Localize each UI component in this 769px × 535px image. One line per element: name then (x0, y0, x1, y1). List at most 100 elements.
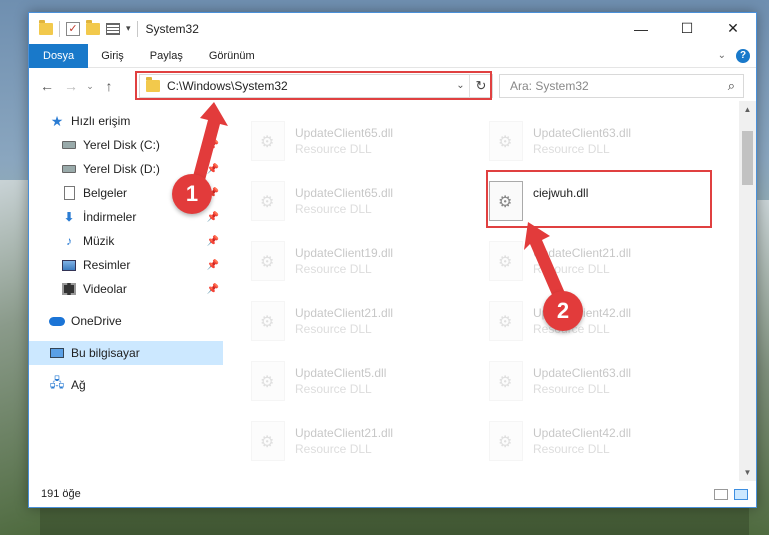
tab-share[interactable]: Paylaş (137, 44, 196, 68)
recent-locations-button[interactable]: ⌄ (83, 81, 97, 92)
scrollbar-thumb[interactable] (742, 131, 753, 185)
video-icon (61, 282, 77, 296)
vertical-scrollbar[interactable]: ▲ ▼ (739, 101, 756, 481)
file-type: Resource DLL (295, 322, 372, 336)
dll-file-icon (251, 181, 285, 221)
list-item[interactable]: UpdateClient63.dll Resource DLL (489, 117, 719, 169)
dll-file-icon (251, 241, 285, 281)
customize-toolbar-caret-icon[interactable]: ▾ (126, 23, 131, 34)
sidebar-item-videos[interactable]: Videolar 📌 (29, 277, 223, 301)
list-item[interactable]: UpdateClient21.dll Resource DLL (251, 417, 481, 469)
navigation-pane: ★ Hızlı erişim Yerel Disk (C:) 📌 Yerel D… (29, 109, 223, 479)
pin-icon[interactable]: 📌 (207, 212, 219, 223)
sidebar-item-label: Videolar (83, 282, 127, 296)
status-bar: 191 öğe (29, 481, 756, 507)
sidebar-item-pictures[interactable]: Resimler 📌 (29, 253, 223, 277)
dll-file-icon (251, 421, 285, 461)
file-name: UpdateClient63.dll (533, 126, 632, 140)
window-title: System32 (145, 21, 199, 36)
dll-file-icon (489, 301, 523, 341)
toolbar-separator (59, 20, 60, 37)
file-name: UpdateClient21.dll (295, 306, 394, 320)
forward-button[interactable]: → (59, 78, 83, 94)
dll-file-icon (251, 301, 285, 341)
ribbon-tabs: Dosya Giriş Paylaş Görünüm ⌄ ? (29, 43, 756, 68)
scroll-up-icon[interactable]: ▲ (739, 101, 756, 118)
file-name: UpdateClient21.dll (533, 246, 632, 260)
dll-file-icon (489, 421, 523, 461)
file-name: UpdateClient21.dll (295, 426, 394, 440)
sidebar-item-label: Yerel Disk (C:) (83, 138, 160, 152)
drive-icon (61, 138, 77, 152)
download-icon: ⬇ (63, 210, 75, 224)
sidebar-item-label: İndirmeler (83, 210, 137, 224)
sidebar-item-music[interactable]: ♪ Müzik 📌 (29, 229, 223, 253)
sidebar-item-label: Ağ (71, 378, 86, 392)
sidebar-item-local-disk-c[interactable]: Yerel Disk (C:) 📌 (29, 133, 223, 157)
large-icons-view-icon[interactable] (734, 488, 748, 500)
list-item[interactable]: UpdateClient65.dll Resource DLL (251, 117, 481, 169)
file-name: UpdateClient63.dll (533, 366, 632, 380)
new-folder-icon[interactable] (86, 19, 100, 35)
tab-view[interactable]: Görünüm (196, 44, 268, 68)
maximize-button[interactable]: ☐ (664, 13, 710, 44)
tab-home[interactable]: Giriş (88, 44, 137, 68)
network-icon: 🖧 (49, 375, 65, 390)
dll-file-icon (251, 121, 285, 161)
music-icon: ♪ (66, 234, 72, 248)
sidebar-item-quick-access[interactable]: ★ Hızlı erişim (29, 109, 223, 133)
list-item[interactable]: UpdateClient5.dll Resource DLL (251, 357, 481, 409)
list-item[interactable]: UpdateClient42.dll Resource DLL (489, 417, 719, 469)
list-item[interactable]: UpdateClient21.dll Resource DLL (251, 297, 481, 349)
up-button[interactable]: ↑ (97, 78, 121, 94)
file-name: UpdateClient5.dll (295, 366, 387, 380)
file-type: Resource DLL (295, 382, 372, 396)
search-input[interactable]: Ara: System32 ⌕ (499, 74, 744, 98)
search-placeholder: Ara: System32 (510, 79, 589, 93)
pin-icon[interactable]: 📌 (207, 236, 219, 247)
pin-icon[interactable]: 📌 (207, 260, 219, 271)
pin-icon[interactable]: 📌 (207, 284, 219, 295)
list-item[interactable]: UpdateClient42.dll Resource DLL (489, 297, 719, 349)
toolbar-separator (136, 20, 138, 37)
window-controls: — ☐ ✕ (618, 13, 756, 44)
list-item[interactable]: UpdateClient21.dll Resource DLL (489, 237, 719, 289)
file-list: UpdateClient65.dll Resource DLL UpdateCl… (229, 105, 737, 481)
search-icon[interactable]: ⌕ (728, 78, 735, 94)
file-name: UpdateClient65.dll (295, 186, 394, 200)
sidebar-item-label: Müzik (83, 234, 115, 248)
file-type: Resource DLL (533, 442, 610, 456)
file-type: Resource DLL (295, 142, 372, 156)
properties-icon[interactable] (106, 22, 120, 35)
pin-icon[interactable]: 📌 (207, 164, 219, 175)
minimize-button[interactable]: — (618, 13, 664, 44)
file-name: UpdateClient19.dll (295, 246, 394, 260)
properties-check-icon[interactable]: ✓ (66, 21, 80, 36)
list-item[interactable]: UpdateClient19.dll Resource DLL (251, 237, 481, 289)
sidebar-item-this-pc[interactable]: Bu bilgisayar (29, 341, 223, 365)
pin-icon[interactable]: 📌 (207, 140, 219, 151)
list-item[interactable]: UpdateClient65.dll Resource DLL (251, 177, 481, 229)
step-badge-2: 2 (543, 291, 583, 331)
file-type: Resource DLL (533, 142, 610, 156)
help-icon[interactable]: ? (736, 48, 750, 63)
title-bar: ✓ ▾ System32 — ☐ ✕ (29, 13, 756, 44)
scroll-down-icon[interactable]: ▼ (739, 464, 756, 481)
view-switcher (714, 488, 748, 500)
list-item[interactable]: UpdateClient63.dll Resource DLL (489, 357, 719, 409)
sidebar-item-onedrive[interactable]: OneDrive (29, 309, 223, 333)
step-badge-1: 1 (172, 174, 212, 214)
address-highlight-box (135, 71, 492, 100)
sidebar-item-label: Bu bilgisayar (71, 346, 140, 360)
dll-file-icon (489, 121, 523, 161)
sidebar-item-label: Yerel Disk (D:) (83, 162, 160, 176)
close-button[interactable]: ✕ (710, 13, 756, 44)
file-highlight-box (486, 170, 712, 228)
sidebar-item-network[interactable]: 🖧 Ağ (29, 373, 223, 397)
expand-ribbon-chevron-icon[interactable]: ⌄ (718, 50, 726, 61)
back-button[interactable]: ← (35, 78, 59, 94)
dll-file-icon (489, 361, 523, 401)
details-view-icon[interactable] (714, 488, 728, 500)
tab-file[interactable]: Dosya (29, 43, 89, 68)
file-type: Resource DLL (295, 262, 372, 276)
